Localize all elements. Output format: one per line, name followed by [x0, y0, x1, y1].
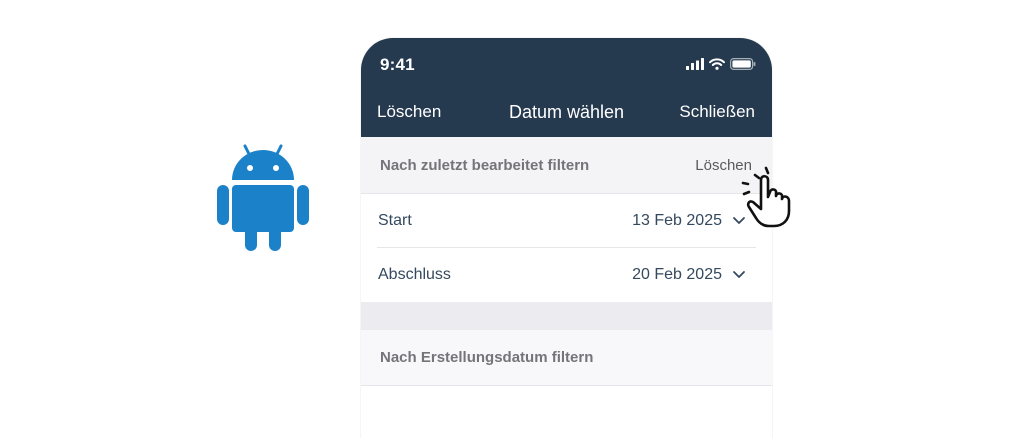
edited-filter-title: Nach zuletzt bearbeitet filtern [380, 157, 590, 174]
created-filter-header: Nach Erstellungsdatum filtern [361, 330, 772, 386]
status-time: 9:41 [380, 55, 415, 74]
app-header: 9:41 Löschen Datum wählen Schließen [361, 38, 772, 137]
signal-icon [686, 58, 704, 70]
end-date-value: 20 Feb 2025 [632, 266, 722, 283]
chevron-down-icon [733, 271, 745, 278]
phone-screen: 9:41 Löschen Datum wählen Schließen Nach… [361, 38, 772, 438]
section-spacer [361, 302, 772, 330]
end-date-row[interactable]: Abschluss 20 Feb 2025 [361, 248, 772, 302]
start-date-value: 13 Feb 2025 [632, 212, 722, 229]
edited-filter-header: Nach zuletzt bearbeitet filtern Löschen [361, 137, 772, 194]
status-icons [686, 57, 756, 71]
created-filter-title: Nach Erstellungsdatum filtern [380, 349, 594, 366]
android-logo-icon [217, 144, 309, 251]
start-date-label: Start [378, 212, 412, 229]
close-button[interactable]: Schließen [679, 102, 755, 122]
wifi-icon [709, 58, 725, 70]
start-date-row[interactable]: Start 13 Feb 2025 [361, 194, 772, 248]
nav-bar: Löschen Datum wählen Schließen [361, 100, 772, 126]
battery-icon [730, 58, 756, 70]
pointing-hand-icon [741, 166, 791, 228]
end-date-label: Abschluss [378, 266, 451, 283]
